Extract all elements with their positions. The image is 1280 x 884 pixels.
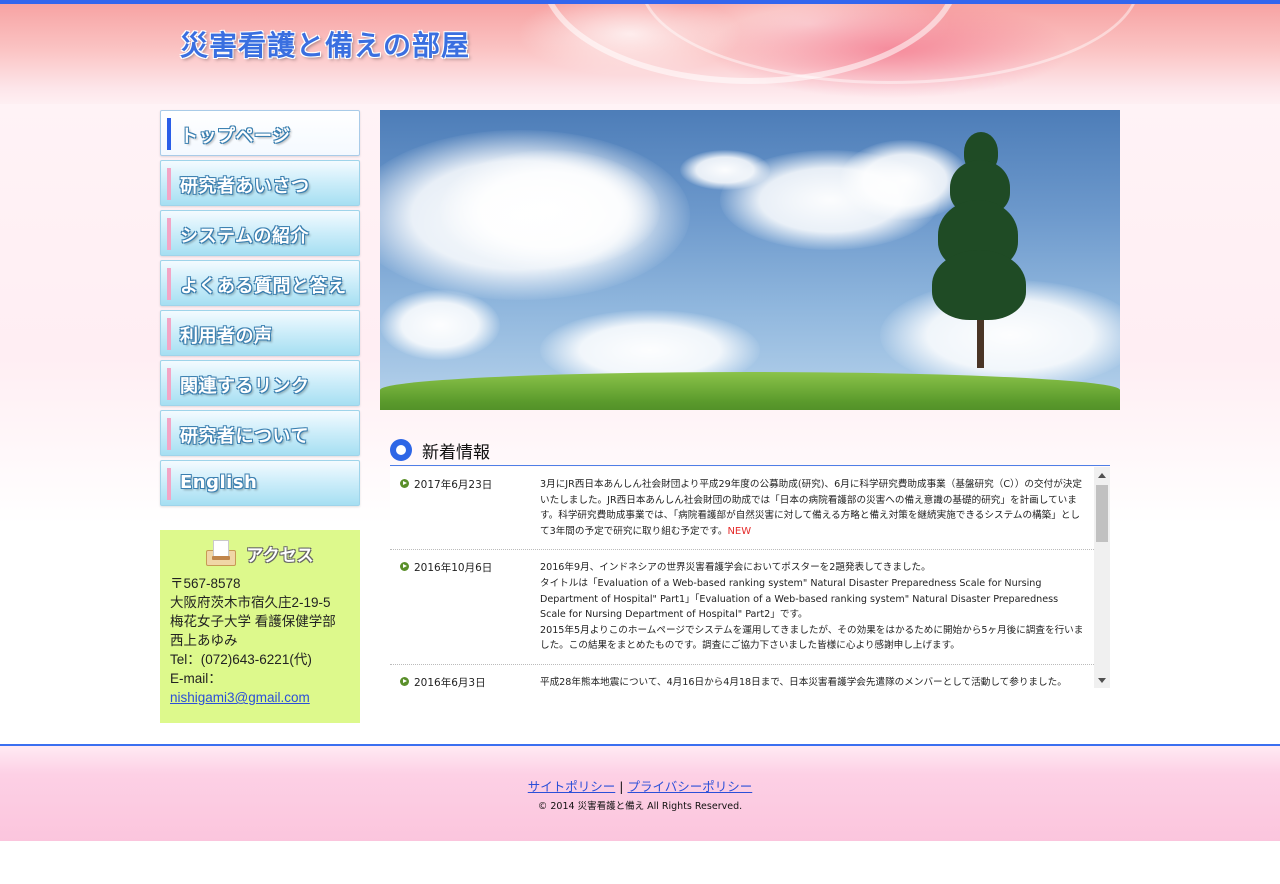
- news-section-header: 新着情報: [390, 438, 1110, 466]
- news-text: 平成28年熊本地震について、4月16日から4月18日まで、日本災害看護学会先遣隊…: [540, 675, 1085, 688]
- nav-item-user-voices[interactable]: 利用者の声: [160, 310, 360, 356]
- news-date: 2016年10月6日: [390, 560, 540, 654]
- nav-marker: [167, 418, 171, 450]
- news-paragraph: 3月にJR西日本あんしん社会財団より平成29年度の公募助成(研究)、6月に科学研…: [540, 479, 1082, 537]
- news-date: 2016年6月3日: [390, 675, 540, 688]
- nav-marker: [167, 318, 171, 350]
- nav-item-top-page[interactable]: トップページ: [160, 110, 360, 156]
- scroll-thumb[interactable]: [1096, 485, 1108, 542]
- access-person: 西上あゆみ: [170, 633, 238, 648]
- nav-marker: [167, 118, 171, 150]
- news-item: 2016年6月3日 平成28年熊本地震について、4月16日から4月18日まで、日…: [390, 665, 1094, 688]
- site-policy-link[interactable]: サイトポリシー: [528, 779, 616, 794]
- nav-item-english[interactable]: English: [160, 460, 360, 506]
- news-scroll-area[interactable]: 2017年6月23日 3月にJR西日本あんしん社会財団より平成29年度の公募助成…: [390, 467, 1110, 688]
- nav-item-label: 研究者について: [180, 426, 309, 447]
- email-link[interactable]: nishigami3@gmail.com: [170, 690, 310, 705]
- arrow-circle-icon: [400, 479, 409, 488]
- nav-item-label: 利用者の声: [180, 326, 273, 347]
- new-badge: NEW: [727, 525, 752, 537]
- access-institution: 梅花女子大学 看護保健学部: [170, 614, 336, 629]
- news-date-text: 2016年10月6日: [414, 562, 493, 575]
- access-header: アクセス: [170, 538, 350, 568]
- nav-item-label: 研究者あいさつ: [180, 176, 310, 197]
- news-text: 2016年9月、インドネシアの世界災害看護学会においてポスターを2題発表してきま…: [540, 560, 1085, 654]
- news-date-text: 2016年6月3日: [414, 676, 486, 688]
- footer-separator: |: [619, 779, 624, 794]
- nav-marker: [167, 168, 171, 200]
- access-box: アクセス 〒567-8578 大阪府茨木市宿久庄2-19-5 梅花女子大学 看護…: [160, 530, 360, 723]
- nav-item-label: English: [180, 472, 258, 493]
- nav-item-faq[interactable]: よくある質問と答え: [160, 260, 360, 306]
- nav-item-label: 関連するリンク: [180, 376, 310, 397]
- access-postal: 〒567-8578: [170, 576, 241, 591]
- access-email-label: E-mail：: [170, 671, 222, 686]
- nav-item-label: システムの紹介: [180, 226, 309, 247]
- site-footer: サイトポリシー | プライバシーポリシー © 2014 災害看護と備え All Ri…: [0, 744, 1280, 841]
- access-tel: Tel：(072)643-6221(代): [170, 652, 312, 667]
- news-paragraph: 2016年9月、インドネシアの世界災害看護学会においてポスターを2題発表してきま…: [540, 562, 931, 574]
- news-scrollbar[interactable]: [1094, 467, 1110, 688]
- grass-hill: [380, 372, 1120, 410]
- news-paragraph: 2015年5月よりこのホームページでシステムを運用してきましたが、その効果をはか…: [540, 624, 1084, 652]
- privacy-policy-link[interactable]: プライバシーポリシー: [627, 779, 752, 794]
- access-title: アクセス: [246, 545, 314, 566]
- news-item: 2016年10月6日 2016年9月、インドネシアの世界災害看護学会においてポス…: [390, 550, 1094, 665]
- arrow-circle-icon: [400, 562, 409, 572]
- scroll-up-arrow-icon[interactable]: [1094, 467, 1110, 483]
- sidebar-nav: トップページ 研究者あいさつ システムの紹介 よくある質問と答え 利用者の声 関…: [160, 110, 360, 510]
- nav-item-related-links[interactable]: 関連するリンク: [160, 360, 360, 406]
- copyright: © 2014 災害看護と備え All Rights Reserved.: [537, 801, 743, 812]
- nav-marker: [167, 368, 171, 400]
- news-heading: 新着情報: [422, 443, 490, 463]
- news-text: 3月にJR西日本あんしん社会財団より平成29年度の公募助成(研究)、6月に科学研…: [540, 477, 1085, 539]
- nav-item-system-intro[interactable]: システムの紹介: [160, 210, 360, 256]
- nav-item-label: トップページ: [180, 126, 291, 147]
- news-paragraph: タイトルは「Evaluation of a Web-based ranking …: [540, 577, 1059, 621]
- inbox-icon: [206, 540, 237, 566]
- news-item: 2017年6月23日 3月にJR西日本あんしん社会財団より平成29年度の公募助成…: [390, 467, 1094, 551]
- news-paragraph: 平成28年熊本地震について、4月16日から4月18日まで、日本災害看護学会先遣隊…: [540, 676, 1067, 688]
- nav-marker: [167, 218, 171, 250]
- scroll-down-arrow-icon[interactable]: [1094, 672, 1110, 688]
- arrow-circle-icon: [400, 676, 409, 686]
- site-header: 災害看護と備えの部屋: [0, 0, 1280, 110]
- news-list: 2017年6月23日 3月にJR西日本あんしん社会財団より平成29年度の公募助成…: [390, 467, 1094, 688]
- nav-item-researcher-greeting[interactable]: 研究者あいさつ: [160, 160, 360, 206]
- site-title[interactable]: 災害看護と備えの部屋: [180, 24, 470, 64]
- news-date-text: 2017年6月23日: [414, 479, 493, 491]
- news-date: 2017年6月23日: [390, 477, 540, 539]
- nav-marker: [167, 468, 171, 500]
- footer-links: サイトポリシー | プライバシーポリシー: [0, 776, 1280, 795]
- hero-image: [380, 110, 1120, 410]
- bullet-circle-icon: [390, 438, 412, 461]
- nav-item-label: よくある質問と答え: [180, 276, 347, 297]
- nav-marker: [167, 268, 171, 300]
- access-address: 大阪府茨木市宿久庄2-19-5: [170, 595, 331, 610]
- nav-item-about-researcher[interactable]: 研究者について: [160, 410, 360, 456]
